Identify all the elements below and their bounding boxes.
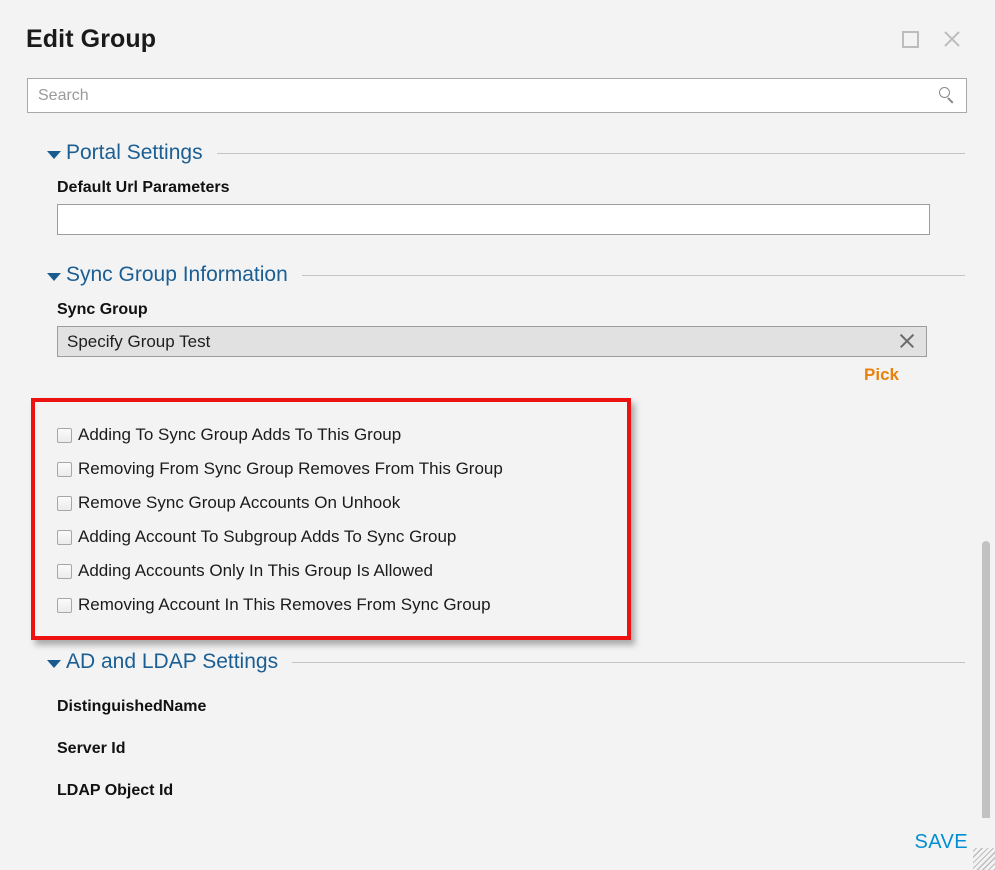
checkbox-icon[interactable]: [57, 563, 72, 579]
close-button[interactable]: [939, 26, 965, 52]
field-label-sync-group: Sync Group: [57, 301, 148, 318]
caret-down-icon: [47, 660, 61, 668]
section-title-ad-and-ldap-settings: AD and LDAP Settings: [66, 650, 279, 673]
checkbox-label: Remove Sync Group Accounts On Unhook: [78, 493, 401, 512]
checkbox-icon[interactable]: [57, 495, 72, 511]
caret-down-icon: [47, 151, 61, 159]
dialog-body: Portal Settings Default Url Parameters S…: [0, 113, 995, 818]
maximize-square-icon: [901, 30, 919, 48]
checkbox-row-remove-sync-group-accounts-on-unhook[interactable]: Remove Sync Group Accounts On Unhook: [57, 486, 617, 520]
default-url-parameters-input[interactable]: [57, 204, 930, 235]
checkbox-label: Adding Accounts Only In This Group Is Al…: [78, 561, 433, 580]
checkbox-icon[interactable]: [57, 597, 72, 613]
checkbox-row-adding-account-to-subgroup[interactable]: Adding Account To Subgroup Adds To Sync …: [57, 520, 617, 554]
checkbox-row-removing-account-in-this[interactable]: Removing Account In This Removes From Sy…: [57, 588, 617, 622]
checkbox-label: Adding Account To Subgroup Adds To Sync …: [78, 527, 457, 546]
field-label-default-url-parameters: Default Url Parameters: [57, 179, 230, 196]
section-header-portal-settings[interactable]: Portal Settings: [27, 141, 967, 165]
pick-link[interactable]: Pick: [864, 365, 927, 385]
search-input[interactable]: [27, 78, 967, 113]
dialog-footer: SAVE: [0, 818, 995, 870]
edit-group-dialog: Edit Group Portal Settings Default U: [0, 0, 995, 870]
checkbox-label: Removing Account In This Removes From Sy…: [78, 595, 491, 614]
checkbox-label: Adding To Sync Group Adds To This Group: [78, 425, 402, 444]
search-row: [0, 78, 995, 113]
field-label-ldap-object-id: LDAP Object Id: [57, 782, 174, 799]
resize-grip-icon[interactable]: [973, 848, 995, 870]
field-sync-group: Sync Group: [27, 301, 967, 357]
clear-x-icon[interactable]: [897, 331, 917, 351]
checkbox-row-adding-accounts-only-in-this-group[interactable]: Adding Accounts Only In This Group Is Al…: [57, 554, 617, 588]
section-divider: [216, 152, 965, 154]
checkbox-label: Removing From Sync Group Removes From Th…: [78, 459, 503, 478]
field-label-server-id: Server Id: [57, 740, 126, 757]
window-controls: [897, 26, 973, 52]
dialog-titlebar: Edit Group: [0, 0, 995, 78]
section-divider: [292, 661, 965, 663]
checkbox-icon[interactable]: [57, 529, 72, 545]
search-wrapper: [27, 78, 967, 113]
section-title-sync-group-information: Sync Group Information: [66, 263, 288, 286]
vertical-scrollbar: [982, 541, 991, 818]
section-title-portal-settings: Portal Settings: [66, 141, 203, 164]
save-button[interactable]: SAVE: [915, 831, 968, 854]
page-title: Edit Group: [26, 24, 157, 53]
section-header-sync-group-information[interactable]: Sync Group Information: [27, 263, 967, 287]
sync-group-input-wrapper: [57, 326, 927, 357]
close-x-icon: [941, 28, 963, 50]
section-header-ad-and-ldap-settings[interactable]: AD and LDAP Settings: [27, 650, 967, 674]
caret-down-icon: [47, 273, 61, 281]
checkbox-icon[interactable]: [57, 461, 72, 477]
checkbox-row-removing-from-sync-group[interactable]: Removing From Sync Group Removes From Th…: [57, 452, 617, 486]
field-label-distinguished-name: DistinguishedName: [57, 698, 207, 715]
scrollbar-thumb[interactable]: [982, 541, 990, 818]
pick-row: Pick: [27, 365, 927, 385]
sync-options-highlight-panel: Adding To Sync Group Adds To This Group …: [31, 398, 631, 640]
checkbox-icon[interactable]: [57, 427, 72, 443]
section-divider: [301, 274, 965, 276]
maximize-button[interactable]: [897, 26, 923, 52]
checkbox-row-adding-to-sync-group[interactable]: Adding To Sync Group Adds To This Group: [57, 418, 617, 452]
sync-group-input[interactable]: [57, 326, 927, 357]
field-default-url-parameters: Default Url Parameters: [27, 179, 967, 235]
